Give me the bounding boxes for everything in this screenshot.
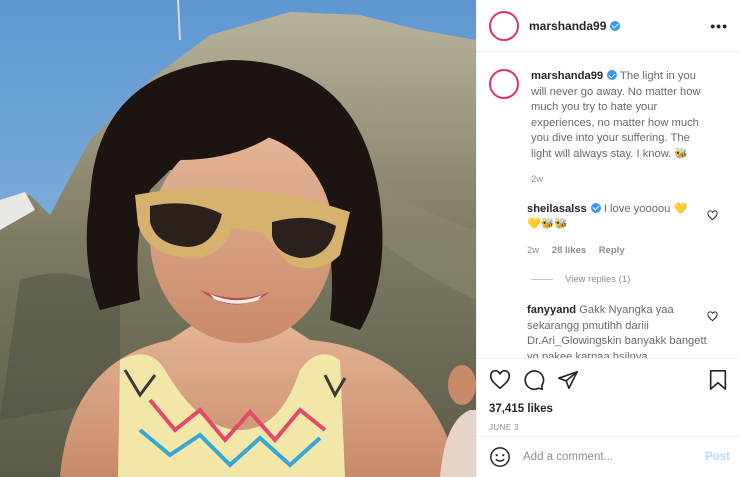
comment-icon[interactable] (523, 369, 545, 391)
comment-username[interactable]: fanyyand (527, 304, 576, 316)
heart-emoji: 💛 (673, 202, 688, 215)
comment-like-heart-icon[interactable] (707, 209, 718, 221)
likes-count[interactable]: 37,415 likes (489, 403, 728, 415)
post-date[interactable]: JUNE 3 (489, 423, 728, 432)
post-actions: 37,415 likes JUNE 3 (477, 358, 740, 432)
caption-avatar[interactable] (489, 69, 519, 99)
comment: fanyyand Gakk Nyangka yaa sekarangg pmut… (489, 303, 726, 358)
comment: sheilasalss I love yoooou 💛 💛🐝🐝 2w 28 li… (489, 202, 726, 259)
comment-age[interactable]: 2w (527, 245, 539, 256)
emoji-line: 💛🐝🐝 (527, 218, 569, 230)
more-options-icon[interactable]: ••• (710, 18, 728, 34)
share-icon[interactable] (557, 369, 579, 391)
bookmark-icon[interactable] (708, 369, 728, 391)
post-button[interactable]: Post (705, 451, 730, 463)
caption-age[interactable]: 2w (531, 174, 543, 185)
heart-icon[interactable] (489, 369, 511, 391)
author-username[interactable]: marshanda99 (529, 19, 621, 33)
comment-input[interactable] (523, 451, 706, 463)
commenter-avatar[interactable] (489, 202, 515, 228)
add-comment-bar: Post (477, 436, 740, 477)
caption: marshanda99 The light in you will never … (489, 69, 726, 188)
verified-badge-icon (607, 70, 618, 80)
photo-illustration (0, 0, 476, 477)
commenter-avatar[interactable] (489, 303, 515, 329)
view-replies-link[interactable]: View replies (1) (531, 274, 726, 285)
post-side-panel: marshanda99 ••• marshanda99 The light in… (476, 0, 740, 477)
comment-likes[interactable]: 28 likes (552, 245, 586, 256)
comment-like-heart-icon[interactable] (707, 311, 718, 322)
post-header: marshanda99 ••• (477, 0, 740, 52)
bee-emoji: 🐝 (674, 147, 689, 160)
comment-username[interactable]: sheilasalss (527, 203, 587, 215)
comments-list: marshanda99 The light in you will never … (477, 53, 740, 358)
comment-text: I love yoooou (603, 202, 671, 215)
verified-badge-icon (590, 202, 601, 213)
verified-badge-icon (610, 20, 621, 31)
post-photo[interactable] (0, 0, 476, 477)
author-avatar[interactable] (489, 10, 519, 41)
reply-button[interactable]: Reply (599, 245, 625, 256)
emoji-icon[interactable] (489, 446, 511, 468)
caption-username[interactable]: marshanda99 (531, 70, 603, 82)
